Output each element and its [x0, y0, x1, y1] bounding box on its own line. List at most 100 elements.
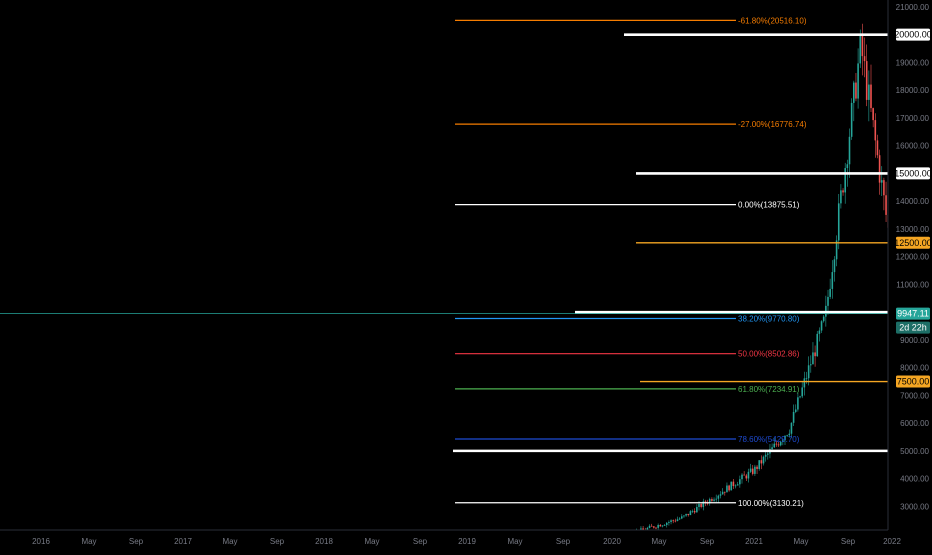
x-tick-label: Sep	[129, 537, 144, 546]
candle-body	[717, 495, 720, 499]
candle-body	[687, 513, 690, 516]
x-tick-label: May	[793, 537, 808, 546]
candle-body	[642, 528, 644, 530]
candle-body	[831, 272, 834, 289]
candle-body	[758, 460, 760, 469]
candle-body	[696, 506, 698, 513]
y-tick-label: 14000.00	[896, 197, 930, 206]
candle-body	[880, 180, 883, 183]
candle-body	[771, 447, 773, 450]
candle-body	[865, 61, 868, 100]
x-tick-label: 2017	[174, 537, 192, 546]
candle-body	[659, 525, 662, 527]
candle-body	[764, 454, 767, 457]
candle-body	[807, 365, 810, 379]
candle-body	[700, 503, 702, 507]
fib-level-label: 100.00%(3130.21)	[738, 499, 804, 508]
y-tick-label: 17000.00	[896, 114, 930, 123]
candle-body	[846, 164, 849, 169]
candle-body	[724, 491, 726, 493]
candle-body	[878, 155, 881, 183]
candle-body	[829, 288, 831, 297]
candle-body	[805, 378, 808, 380]
candle-body	[885, 195, 887, 215]
x-tick-label: 2022	[883, 537, 901, 546]
candle-body	[745, 475, 748, 479]
candle-body	[715, 498, 717, 500]
candle-body	[857, 63, 859, 99]
candle-body	[816, 333, 819, 357]
chart-root[interactable]: -61.80%(20516.10) -27.00%(16776.74) 0.00%(…	[0, 0, 932, 555]
y-tick-label: 11000.00	[896, 280, 929, 289]
fib-level-label: 0.00%(13875.51)	[738, 201, 800, 210]
fib-level-label: 38.20%(9770.80)	[738, 315, 800, 324]
y-tick-label: 8000.00	[900, 364, 929, 373]
candle-body	[726, 485, 728, 493]
candle-body	[711, 499, 713, 501]
price-badge-label: 20000.00	[894, 30, 932, 40]
candle-body	[691, 511, 694, 512]
candle-body	[728, 485, 730, 491]
y-tick-label: 13000.00	[896, 225, 930, 234]
y-tick-label: 12000.00	[896, 253, 930, 262]
candle-body	[790, 422, 793, 434]
candle-body	[751, 468, 754, 474]
price-badge-label: 15000.00	[894, 168, 932, 178]
candle-body	[810, 364, 812, 366]
x-tick-label: May	[364, 537, 379, 546]
x-tick-label: May	[222, 537, 237, 546]
candle-body	[794, 409, 797, 412]
fib-level-label: -27.00%(16776.74)	[738, 120, 807, 129]
x-tick-label: Sep	[413, 537, 428, 546]
y-tick-label: 6000.00	[900, 419, 929, 428]
candle-body	[767, 453, 769, 455]
candle-body	[818, 330, 821, 334]
candle-body	[739, 479, 741, 485]
candle-body	[837, 203, 840, 241]
candle-body	[799, 396, 801, 398]
candle-body	[853, 82, 855, 103]
candle-body	[683, 515, 685, 517]
candle-body	[749, 468, 752, 472]
candle-body	[872, 108, 874, 121]
candle-body	[797, 397, 799, 410]
x-tick-label: 2018	[315, 537, 333, 546]
price-badge-label: 12500.00	[894, 238, 932, 248]
candle-body	[713, 499, 715, 501]
candle-body	[676, 519, 679, 522]
candle-body	[814, 352, 816, 357]
price-axis[interactable]: 3000.00 4000.00 5000.00 6000.00 7000.00 8000.…	[887, 0, 932, 550]
candle-body	[820, 321, 823, 331]
countdown-label: 2d 22h	[899, 323, 927, 333]
candle-body	[732, 481, 735, 487]
x-tick-label: 2019	[458, 537, 476, 546]
candle-body	[850, 102, 853, 137]
time-axis[interactable]: 2016 May Sep 2017 May Sep 2018 May Sep 2019 May Sep…	[0, 529, 932, 550]
x-tick-label: 2020	[603, 537, 621, 546]
candle-body	[812, 352, 814, 365]
candle-body	[693, 511, 696, 513]
candle-body	[721, 491, 724, 495]
candle-body	[698, 503, 700, 507]
candles-layer	[550, 23, 932, 555]
x-tick-label: Sep	[841, 537, 856, 546]
candle-body	[874, 120, 877, 141]
candle-body	[861, 33, 864, 57]
candle-body	[719, 494, 722, 496]
candle-body	[842, 190, 844, 193]
candle-body	[734, 485, 737, 487]
candle-body	[803, 378, 806, 388]
price-chart[interactable]: -61.80%(20516.10) -27.00%(16776.74) 0.00%(…	[0, 0, 932, 555]
x-tick-label: 2021	[745, 537, 763, 546]
x-tick-label: May	[507, 537, 522, 546]
price-badge-label: 7500.00	[897, 377, 930, 387]
x-tick-label: May	[81, 537, 96, 546]
candle-body	[859, 33, 862, 64]
y-tick-label: 16000.00	[896, 142, 930, 151]
candle-body	[648, 525, 651, 528]
candle-body	[663, 525, 666, 526]
x-tick-label: Sep	[556, 537, 571, 546]
candle-body	[730, 481, 733, 491]
y-tick-label: 21000.00	[896, 3, 930, 12]
x-tick-label: 2016	[32, 537, 50, 546]
